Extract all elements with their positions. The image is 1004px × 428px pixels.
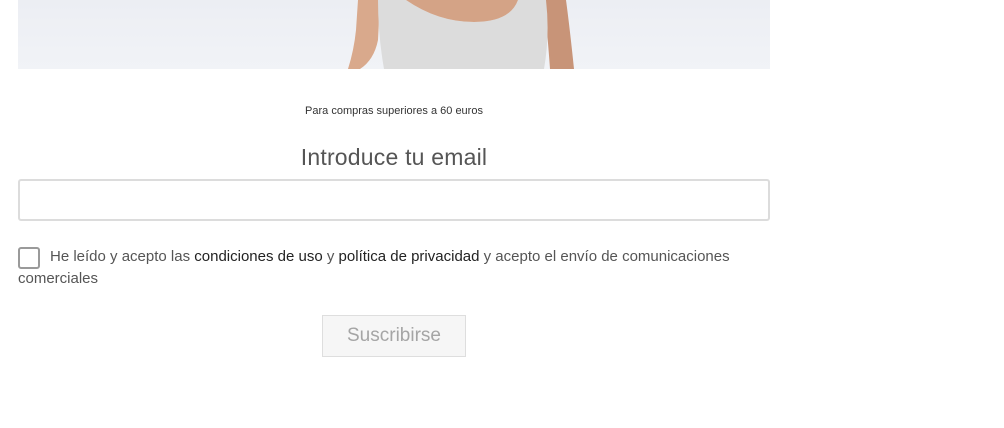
consent-prefix: He leído y acepto las — [50, 248, 195, 265]
consent-checkbox[interactable] — [18, 247, 40, 269]
hero-right-arm — [544, 0, 574, 69]
privacy-link[interactable]: política de privacidad — [339, 248, 480, 265]
consent-joiner: y — [322, 248, 339, 265]
hero-image — [18, 0, 770, 69]
consent-row: He leído y acepto las condiciones de uso… — [18, 246, 770, 290]
newsletter-page: Para compras superiores a 60 euros Intro… — [0, 0, 1004, 428]
hero-left-arm — [348, 0, 380, 69]
promo-note: Para compras superiores a 60 euros — [305, 105, 483, 117]
hero-model-illustration — [348, 0, 574, 69]
email-field[interactable] — [18, 179, 770, 221]
subscribe-button[interactable]: Suscribirse — [322, 315, 466, 357]
terms-link[interactable]: condiciones de uso — [194, 248, 322, 265]
email-heading: Introduce tu email — [300, 144, 488, 170]
